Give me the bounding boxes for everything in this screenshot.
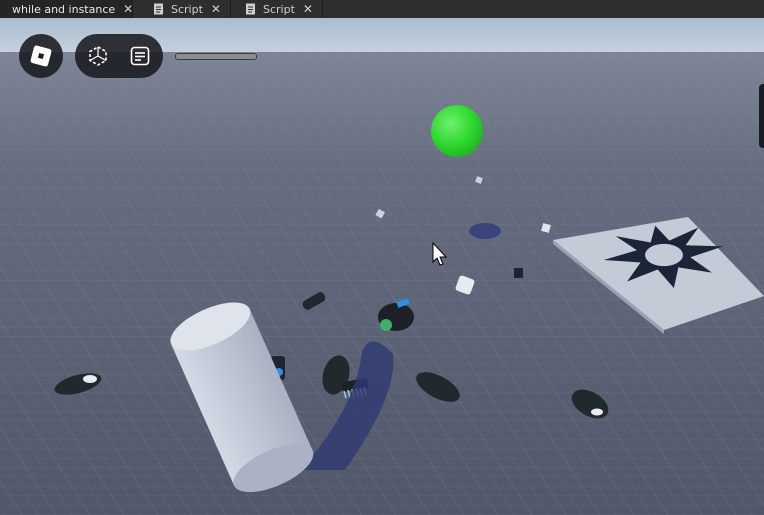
- tab-script[interactable]: Script ✕: [141, 0, 231, 18]
- close-icon[interactable]: ✕: [303, 2, 313, 16]
- green-sphere[interactable]: [431, 105, 483, 157]
- tab-label: while and instance: [12, 2, 116, 16]
- close-icon[interactable]: ✕: [123, 2, 133, 16]
- tab-label: Script: [263, 2, 295, 16]
- script-doc-icon: [246, 3, 255, 15]
- side-panel-handle[interactable]: [759, 84, 764, 148]
- editor-tab-bar: while and instance ✕ Script ✕ Script ✕: [0, 0, 764, 18]
- roblox-menu-button[interactable]: [19, 34, 63, 78]
- script-doc-icon: [154, 3, 163, 15]
- game-viewport[interactable]: [0, 18, 764, 515]
- chat-icon[interactable]: [128, 44, 152, 68]
- cube-select-icon[interactable]: [85, 43, 111, 69]
- scene-render: [0, 18, 764, 515]
- tab-script[interactable]: Script ✕: [233, 0, 323, 18]
- toolbar-pill: [75, 34, 163, 78]
- small-part[interactable]: [514, 268, 523, 278]
- tab-label: Script: [171, 2, 203, 16]
- close-icon[interactable]: ✕: [211, 2, 221, 16]
- sphere-shadow: [469, 223, 501, 239]
- tab-while-and-instance[interactable]: while and instance ✕: [0, 0, 133, 18]
- loading-bar: [175, 53, 257, 60]
- roblox-logo-icon: [30, 45, 52, 67]
